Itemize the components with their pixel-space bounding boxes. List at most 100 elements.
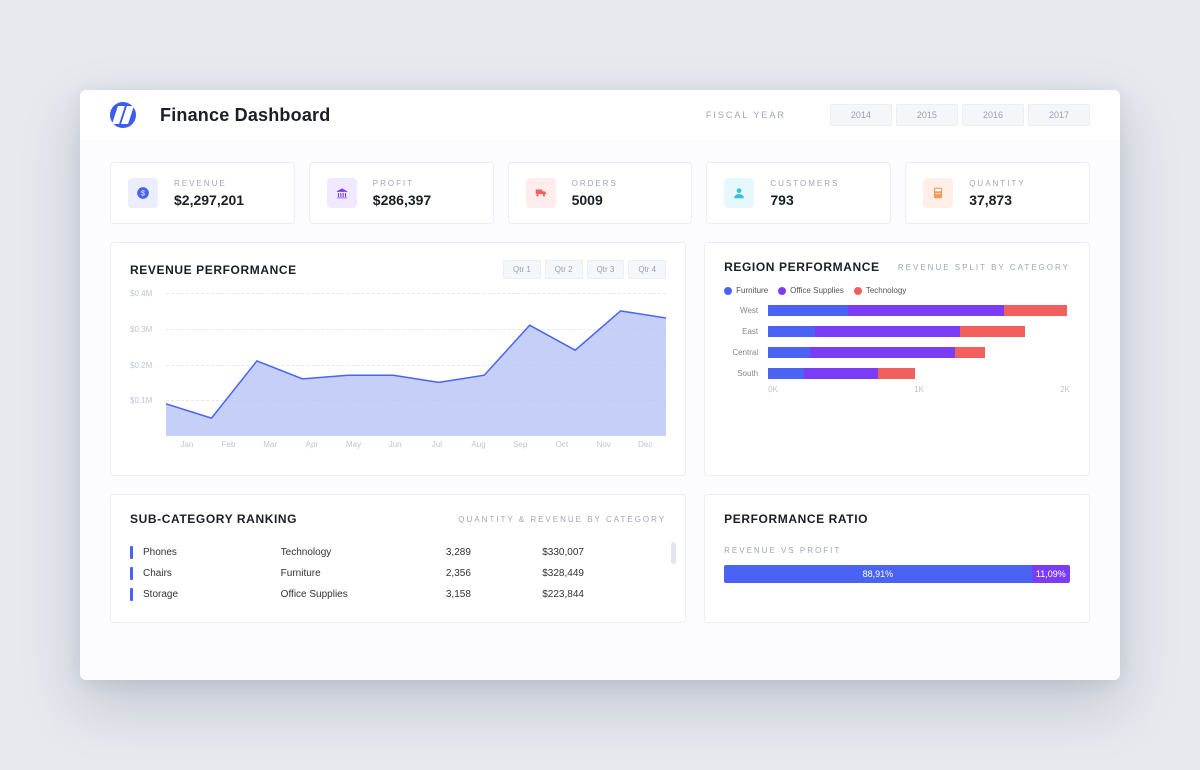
tab-year-2015[interactable]: 2015 [896,104,958,126]
row-bottom: SUB-CATEGORY RANKING QUANTITY & REVENUE … [110,494,1090,623]
svg-text:$: $ [141,190,145,197]
bar-segment [810,347,955,358]
x-tick: Jan [166,440,208,458]
bar-segment [955,347,985,358]
tab-qtr1[interactable]: Qtr 1 [503,260,541,279]
x-tick: Nov [583,440,625,458]
subcat-card-subtitle: QUANTITY & REVENUE BY CATEGORY [458,515,666,524]
subcat-table: PhonesTechnology3,289$330,007ChairsFurni… [130,542,666,605]
ratio-segment: 88,91% [724,565,1032,583]
calc-icon [923,178,953,208]
kpi-customers[interactable]: CUSTOMERS793 [706,162,891,224]
bar-label: West [724,306,758,315]
region-x-axis: 0K 1K 2K [724,385,1070,394]
kpi-row: $REVENUE$2,297,201PROFIT$286,397ORDERS50… [110,162,1090,224]
tab-year-2017[interactable]: 2017 [1028,104,1090,126]
bar-track [768,326,1070,337]
region-card-subtitle: REVENUE SPLIT BY CATEGORY [898,263,1070,272]
card-subcategory-ranking: SUB-CATEGORY RANKING QUANTITY & REVENUE … [110,494,686,623]
row-marker-icon [130,588,133,601]
x-tick: 2K [1060,385,1070,394]
quarter-tabs: Qtr 1 Qtr 2 Qtr 3 Qtr 4 [503,260,666,279]
tab-qtr3[interactable]: Qtr 3 [587,260,625,279]
content: $REVENUE$2,297,201PROFIT$286,397ORDERS50… [80,140,1120,680]
scrollbar-thumb[interactable] [671,542,676,564]
fiscal-year-label: FISCAL YEAR [706,110,786,120]
cell-revenue: $223,844 [542,589,666,600]
kpi-label: ORDERS [572,179,618,188]
cell-category: Furniture [281,568,446,579]
kpi-value: $2,297,201 [174,192,244,208]
card-performance-ratio: PERFORMANCE RATIO REVENUE VS PROFIT 88,9… [704,494,1090,623]
bar-track [768,305,1070,316]
tab-qtr2[interactable]: Qtr 2 [545,260,583,279]
x-tick: Jul [416,440,458,458]
bar-row: East [724,326,1070,337]
legend-label: Furniture [736,286,768,295]
kpi-orders[interactable]: ORDERS5009 [508,162,693,224]
x-tick: May [333,440,375,458]
revenue-card-title: REVENUE PERFORMANCE [130,263,297,277]
y-tick: $0.1M [130,396,152,405]
cell-category: Office Supplies [281,589,446,600]
y-tick: $0.2M [130,361,152,370]
kpi-quantity[interactable]: QUANTITY 37,873 [905,162,1090,224]
cell-name: Chairs [143,568,281,579]
table-row[interactable]: ChairsFurniture2,356$328,449 [130,563,666,584]
cell-category: Technology [281,547,446,558]
page-title: Finance Dashboard [160,105,330,126]
x-tick: 1K [914,385,924,394]
bar-label: Central [724,348,758,357]
bar-segment [960,326,1025,337]
bar-segment [768,326,815,337]
bar-label: South [724,369,758,378]
perf-card-title: PERFORMANCE RATIO [724,512,868,526]
kpi-revenue[interactable]: $REVENUE$2,297,201 [110,162,295,224]
subcat-card-title: SUB-CATEGORY RANKING [130,512,297,526]
kpi-label: CUSTOMERS [770,179,839,188]
bar-segment [768,368,804,379]
perf-ratio-bar: 88,91%11,09% [724,565,1070,583]
perf-ratio-label: REVENUE VS PROFIT [724,546,1070,555]
bar-segment [815,326,960,337]
cell-qty: 3,158 [446,589,542,600]
table-row[interactable]: PhonesTechnology3,289$330,007 [130,542,666,563]
bar-segment [768,305,848,316]
legend-item: Technology [854,286,906,295]
ratio-segment: 11,09% [1032,565,1070,583]
x-tick: Feb [208,440,250,458]
app-window: Finance Dashboard FISCAL YEAR 2014 2015 … [80,90,1120,680]
region-legend: FurnitureOffice SuppliesTechnology [724,286,1070,295]
row-marker-icon [130,567,133,580]
x-tick: Sep [499,440,541,458]
dollar-icon: $ [128,178,158,208]
x-tick: Dec [624,440,666,458]
bar-track [768,368,1070,379]
bar-track [768,347,1070,358]
legend-swatch-icon [724,287,732,295]
card-region-performance: REGION PERFORMANCE REVENUE SPLIT BY CATE… [704,242,1090,476]
y-tick: $0.3M [130,325,152,334]
bar-segment [848,305,1003,316]
kpi-label: QUANTITY [969,179,1025,188]
tab-year-2014[interactable]: 2014 [830,104,892,126]
bar-segment [878,368,914,379]
kpi-value: 37,873 [969,192,1025,208]
bar-row: West [724,305,1070,316]
tab-qtr4[interactable]: Qtr 4 [628,260,666,279]
region-card-title: REGION PERFORMANCE [724,260,879,274]
cell-name: Storage [143,589,281,600]
x-tick: 0K [768,385,778,394]
kpi-profit[interactable]: PROFIT$286,397 [309,162,494,224]
x-tick: Apr [291,440,333,458]
table-row[interactable]: StorageOffice Supplies3,158$223,844 [130,584,666,605]
row-charts: REVENUE PERFORMANCE Qtr 1 Qtr 2 Qtr 3 Qt… [110,242,1090,476]
legend-swatch-icon [778,287,786,295]
truck-icon [526,178,556,208]
cell-revenue: $330,007 [542,547,666,558]
header: Finance Dashboard FISCAL YEAR 2014 2015 … [80,90,1120,140]
legend-item: Furniture [724,286,768,295]
bar-row: Central [724,347,1070,358]
x-tick: Jun [374,440,416,458]
tab-year-2016[interactable]: 2016 [962,104,1024,126]
